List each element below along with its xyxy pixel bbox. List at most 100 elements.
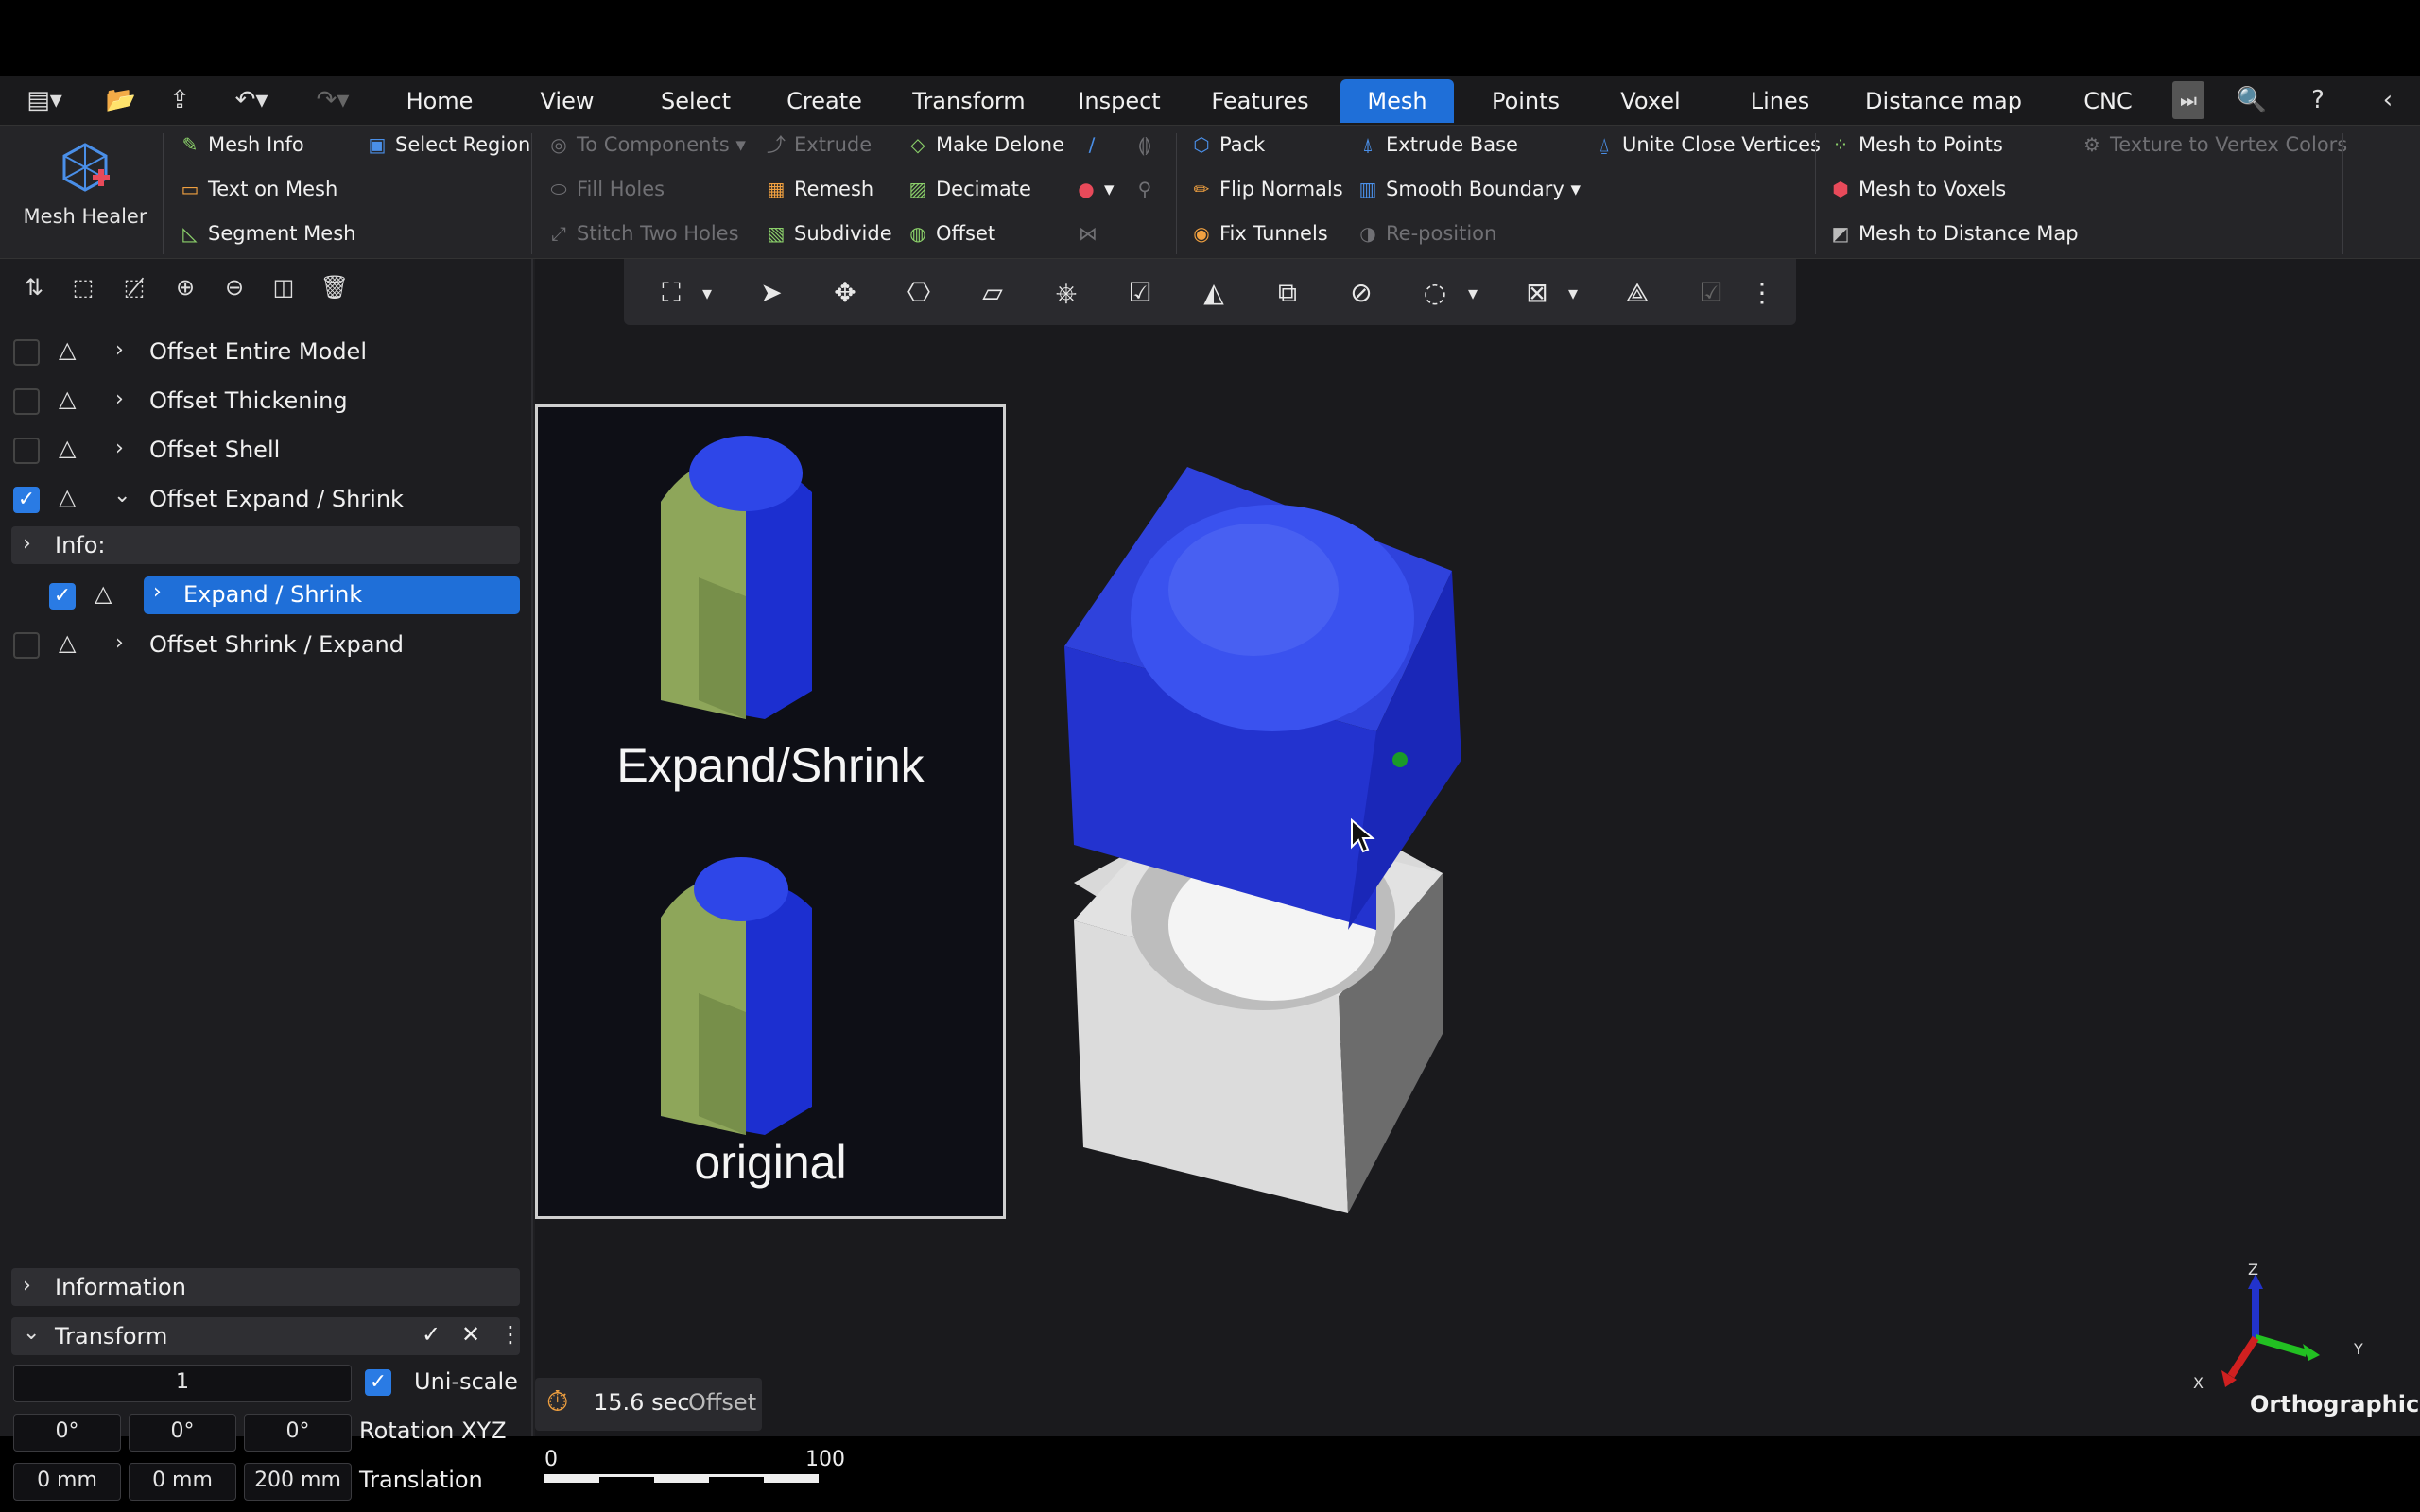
- flip-normals-button[interactable]: ✏ Flip Normals: [1187, 170, 1343, 208]
- extrude-button[interactable]: ⤴ Extrude: [762, 126, 872, 163]
- more-icon[interactable]: ⋮: [1741, 272, 1783, 314]
- tab-home[interactable]: Home: [391, 79, 488, 123]
- tab-select[interactable]: Select: [648, 79, 743, 123]
- chevron-right-icon[interactable]: ›: [115, 631, 124, 655]
- export-icon[interactable]: ⇪: [161, 81, 199, 119]
- move-down-icon[interactable]: ⊖: [216, 268, 253, 306]
- tab-inspect[interactable]: Inspect: [1066, 79, 1172, 123]
- camera-icon[interactable]: ⎔: [898, 272, 940, 314]
- mesh-select-icon[interactable]: ◭: [1193, 272, 1235, 314]
- tab-mesh[interactable]: Mesh: [1340, 79, 1454, 123]
- select-all-icon[interactable]: ⬚: [64, 268, 102, 306]
- tree-item-offset-entire-model[interactable]: △ › Offset Entire Model: [0, 329, 533, 376]
- projection-label[interactable]: Orthographic: [2250, 1391, 2419, 1418]
- 3d-model[interactable]: [1064, 429, 1575, 1223]
- visibility-checkbox[interactable]: [13, 438, 40, 464]
- visibility-checkbox[interactable]: [13, 339, 40, 366]
- lasso-dropdown-icon[interactable]: ▾: [1452, 272, 1494, 314]
- information-section[interactable]: › Information: [11, 1268, 520, 1306]
- duplicate-icon[interactable]: ⧉: [1267, 272, 1308, 314]
- translation-y-input[interactable]: 0 mm: [129, 1463, 236, 1501]
- select-pointer-icon[interactable]: ➤: [751, 272, 792, 314]
- edit-picture-icon[interactable]: ▱: [972, 272, 1013, 314]
- to-components-button[interactable]: ◎ To Components ▾: [544, 126, 746, 163]
- tab-cnc[interactable]: CNC: [2061, 79, 2155, 123]
- axis-gizmo[interactable]: [2203, 1264, 2354, 1387]
- deselect-dropdown-icon[interactable]: ▾: [1552, 272, 1594, 314]
- smooth-boundary-button[interactable]: ▥ Smooth Boundary ▾: [1354, 170, 1582, 208]
- undo-icon[interactable]: ↶▾: [223, 81, 280, 119]
- tab-lines[interactable]: Lines: [1734, 79, 1826, 123]
- close-icon[interactable]: ✕: [461, 1321, 480, 1348]
- segment-mesh-button[interactable]: ◺ Segment Mesh: [176, 215, 355, 252]
- sort-az-icon[interactable]: ⇅: [15, 268, 53, 306]
- visibility-checkbox[interactable]: ✓: [49, 583, 76, 610]
- mesh-to-voxels-button[interactable]: ⬢ Mesh to Voxels: [1826, 170, 2006, 208]
- fit-view-dropdown-icon[interactable]: ▾: [686, 272, 728, 314]
- info-section[interactable]: › Info:: [11, 526, 520, 564]
- more-options-icon[interactable]: ⋮: [499, 1321, 522, 1348]
- mesh-to-points-button[interactable]: ⁘ Mesh to Points: [1826, 126, 2003, 163]
- cleanup-icon[interactable]: ⚲: [1131, 170, 1168, 208]
- reposition-button[interactable]: ◑ Re-position: [1354, 215, 1496, 252]
- tree-item-offset-shell[interactable]: △ › Offset Shell: [0, 427, 533, 474]
- redo-icon[interactable]: ↷▾: [304, 81, 361, 119]
- confirm-icon[interactable]: ☑: [1690, 272, 1732, 314]
- tab-voxel[interactable]: Voxel: [1605, 79, 1696, 123]
- pack-button[interactable]: ⬡ Pack: [1187, 126, 1265, 163]
- symmetry-icon[interactable]: ⟬⟭: [1131, 126, 1168, 163]
- 3d-viewport[interactable]: Expand/Shrink original ⏱ 15.6 sec Offset…: [535, 259, 2420, 1483]
- chevron-right-icon[interactable]: ›: [153, 580, 162, 604]
- subdivide-button[interactable]: ▧ Subdivide: [762, 215, 892, 252]
- brush-tool-icon[interactable]: ∕: [1078, 126, 1115, 163]
- translation-x-input[interactable]: 0 mm: [13, 1463, 121, 1501]
- more-tabs-icon[interactable]: ⏭: [2172, 81, 2204, 119]
- uniscale-input[interactable]: 1: [13, 1365, 352, 1402]
- rotation-y-input[interactable]: 0°: [129, 1414, 236, 1452]
- move-up-icon[interactable]: ⊕: [166, 268, 204, 306]
- bridge-icon[interactable]: ⋈: [1074, 215, 1112, 252]
- make-delone-button[interactable]: ◇ Make Delone: [904, 126, 1064, 163]
- chevron-down-icon[interactable]: ⌄: [113, 484, 130, 507]
- steering-wheel-icon[interactable]: ⎈: [1046, 272, 1087, 314]
- tree-item-expand-shrink[interactable]: ✓ △ › Expand / Shrink: [0, 573, 533, 620]
- tree-item-offset-thickening[interactable]: △ › Offset Thickening: [0, 378, 533, 425]
- rotation-z-input[interactable]: 0°: [244, 1414, 352, 1452]
- color-brush-dropdown-icon[interactable]: ● ▾: [1072, 170, 1129, 208]
- stitch-two-holes-button[interactable]: ⤢ Stitch Two Holes: [544, 215, 739, 252]
- texture-to-vertex-colors-button[interactable]: ⚙ Texture to Vertex Colors: [2078, 126, 2347, 163]
- fill-holes-button[interactable]: ⬭ Fill Holes: [544, 170, 665, 208]
- chevron-right-icon[interactable]: ›: [115, 387, 124, 411]
- select-region-button[interactable]: ▣ Select Region: [363, 126, 531, 163]
- tab-view[interactable]: View: [522, 79, 613, 123]
- deselect-all-icon[interactable]: ⬚̸: [115, 268, 153, 306]
- tab-points[interactable]: Points: [1478, 79, 1573, 123]
- transform-section[interactable]: ⌄ Transform ✓ ✕ ⋮: [11, 1317, 522, 1355]
- visibility-checkbox[interactable]: [13, 632, 40, 659]
- text-on-mesh-button[interactable]: ▭ Text on Mesh: [176, 170, 338, 208]
- collapse-panel-icon[interactable]: ‹: [2369, 81, 2407, 119]
- offset-button[interactable]: ◍ Offset: [904, 215, 995, 252]
- move-icon[interactable]: ✥: [824, 272, 866, 314]
- flip-icon[interactable]: ◫: [265, 268, 302, 306]
- visibility-checkbox[interactable]: ✓: [13, 487, 40, 513]
- lasso-icon[interactable]: ◌: [1414, 272, 1456, 314]
- decimate-button[interactable]: ▨ Decimate: [904, 170, 1031, 208]
- measure-icon[interactable]: ⟁: [1616, 272, 1658, 314]
- extrude-base-button[interactable]: ⍋ Extrude Base: [1354, 126, 1518, 163]
- chevron-right-icon[interactable]: ›: [115, 338, 124, 362]
- search-icon[interactable]: 🔍: [2233, 81, 2271, 119]
- apply-icon[interactable]: ✓: [422, 1321, 441, 1348]
- hide-icon[interactable]: ⊘: [1340, 272, 1382, 314]
- mesh-info-button[interactable]: ✎ Mesh Info: [176, 126, 304, 163]
- translation-z-input[interactable]: 200 mm: [244, 1463, 352, 1501]
- tab-transform[interactable]: Transform: [904, 79, 1034, 123]
- tree-item-offset-expand-shrink[interactable]: ✓ △ ⌄ Offset Expand / Shrink: [0, 476, 533, 524]
- chevron-right-icon[interactable]: ›: [115, 437, 124, 460]
- app-menu-icon[interactable]: ▤▾: [21, 81, 68, 119]
- remesh-button[interactable]: ▦ Remesh: [762, 170, 874, 208]
- uniscale-checkbox[interactable]: ✓: [365, 1369, 391, 1396]
- tab-create[interactable]: Create: [777, 79, 872, 123]
- mesh-healer-button[interactable]: Mesh Healer: [13, 131, 157, 254]
- open-folder-icon[interactable]: 📂: [102, 81, 140, 119]
